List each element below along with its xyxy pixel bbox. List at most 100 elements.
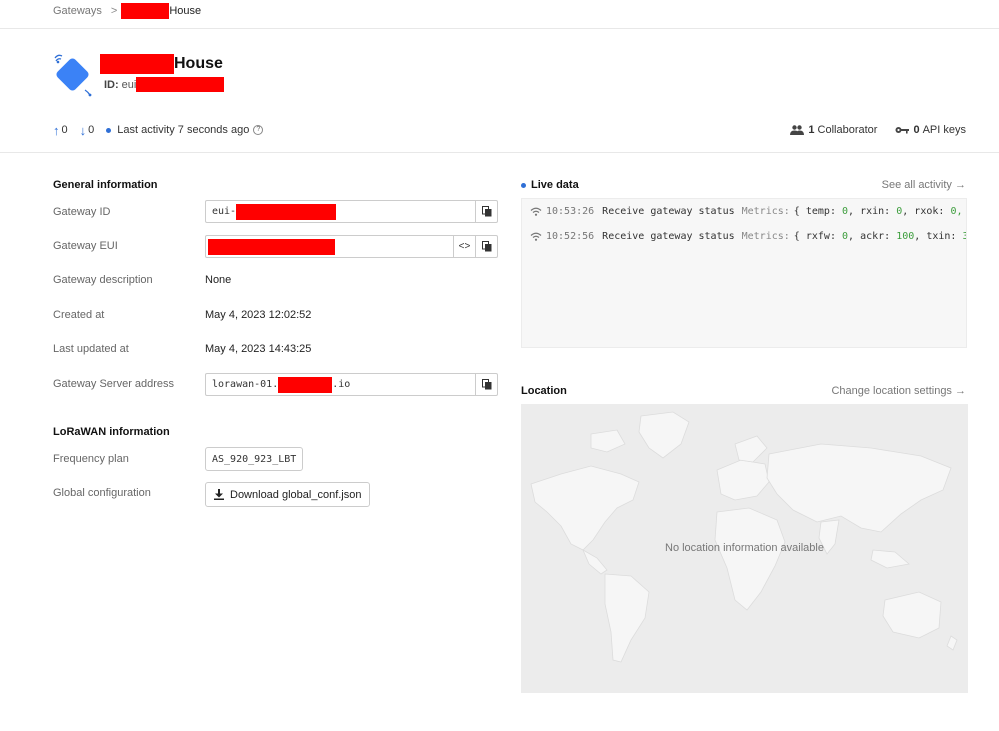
event-time: 10:53:26 [546, 205, 595, 217]
updated-at-label: Last updated at [53, 343, 129, 355]
activity-dot [106, 127, 112, 133]
created-at-value: May 4, 2023 12:02:52 [205, 309, 312, 321]
gateway-access-stats: 1 Collaborator 0 API keys [772, 123, 966, 137]
event-row[interactable]: 10:53:26 Receive gateway status Metrics:… [530, 204, 962, 218]
redacted-block [136, 77, 225, 92]
redacted-block [100, 54, 174, 74]
gateway-description-value: None [205, 274, 232, 286]
gateway-id-label: Gateway ID [53, 206, 111, 218]
event-type: Receive gateway status [602, 230, 735, 242]
collaborators-link[interactable]: 1 Collaborator [790, 124, 877, 136]
gateway-id-value: eui- [206, 203, 475, 220]
metric-value: 0 [896, 205, 903, 217]
metric-key: rxin: [860, 205, 891, 217]
metric-key: ackr: [860, 230, 891, 242]
redacted-block [208, 238, 335, 255]
global-config-label: Global configuration [53, 487, 151, 499]
metric-key: temp: [805, 205, 836, 217]
event-time: 10:52:56 [546, 230, 595, 242]
copy-gateway-id-button[interactable] [475, 201, 497, 222]
server-address-field: lorawan-01. .io [205, 373, 498, 396]
gateway-id-prefix: eui- [212, 206, 237, 217]
location-title: Location [521, 385, 567, 397]
gateway-id-field: eui- [205, 200, 498, 223]
api-keys-count: 0 [913, 124, 920, 136]
api-keys-label: API keys [922, 124, 966, 136]
copy-gateway-eui-button[interactable] [475, 236, 497, 257]
server-address-label: Gateway Server address [53, 378, 175, 390]
breadcrumb-current: House [169, 5, 202, 17]
metric-value: 3 [962, 231, 966, 242]
live-data-title-text: Live data [531, 179, 579, 191]
redacted-block [121, 3, 170, 19]
no-location-message: No location information available [665, 542, 824, 554]
gateway-eui-value [206, 238, 453, 255]
copy-icon [481, 241, 491, 252]
breadcrumb-chevron-icon: > [110, 5, 118, 17]
id-label: ID: [104, 78, 119, 91]
metric-value: 100 [896, 230, 915, 242]
event-metrics-label: Metrics: [741, 205, 790, 217]
server-address-suffix: .io [332, 379, 351, 390]
metric-value: 0 [842, 205, 849, 217]
help-icon[interactable]: ? [253, 125, 264, 135]
copy-icon [481, 379, 491, 390]
frequency-plan-label: Frequency plan [53, 453, 129, 465]
gateway-icon [54, 54, 92, 97]
event-brace: { [793, 205, 800, 217]
frequency-plan-value: AS_920_923_LBT [205, 447, 304, 471]
uplink-count: 0 [61, 124, 68, 136]
metric-value: 0 [842, 230, 849, 242]
download-icon [214, 489, 224, 500]
traffic-stats: ↑ 0 ↓ 0 Last activity 7 seconds ago ? [53, 122, 264, 138]
people-icon [790, 125, 805, 135]
wifi-icon [530, 232, 542, 241]
copy-server-address-button[interactable] [475, 374, 497, 395]
created-at-label: Created at [53, 309, 105, 321]
live-data-title: Live data [521, 179, 579, 191]
location-map[interactable]: No location information available [521, 404, 968, 693]
arrow-up-icon: ↑ [53, 122, 60, 138]
wifi-icon [530, 207, 542, 216]
copy-icon [481, 206, 491, 217]
id-prefix: eui [121, 78, 137, 91]
metric-key: rxok: [914, 205, 945, 217]
key-icon [895, 127, 910, 134]
arrow-down-icon: ↓ [79, 122, 87, 138]
downlink-count: 0 [88, 124, 95, 136]
general-info-title: General information [53, 179, 158, 191]
last-activity: Last activity 7 seconds ago [117, 124, 250, 136]
download-global-conf-button[interactable]: Download global_conf.json [205, 482, 370, 507]
redacted-block [278, 376, 333, 393]
change-location-link[interactable]: Change location settings → [831, 385, 966, 397]
redacted-block [236, 203, 337, 220]
gateway-id-subtitle: ID: eui [104, 77, 225, 92]
updated-at-value: May 4, 2023 14:43:25 [205, 343, 312, 355]
collaborators-count: 1 [808, 124, 815, 136]
gateway-eui-field: <> [205, 235, 498, 258]
metric-key: rxfw: [805, 230, 836, 242]
breadcrumb: Gateways > House [53, 3, 202, 19]
breadcrumb-gateways[interactable]: Gateways [53, 5, 102, 17]
page-title: House [100, 54, 223, 74]
live-data-panel: 10:53:26 Receive gateway status Metrics:… [521, 198, 967, 348]
gateway-eui-label: Gateway EUI [53, 240, 118, 252]
event-row[interactable]: 10:52:56 Receive gateway status Metrics:… [530, 229, 966, 243]
server-address-prefix: lorawan-01. [212, 379, 279, 390]
gateway-description-label: Gateway description [53, 274, 153, 286]
page-title-text: House [174, 55, 223, 72]
event-brace: { [793, 230, 800, 242]
metric-value: 0, [950, 205, 963, 217]
event-metrics-label: Metrics: [741, 230, 790, 242]
see-all-activity-link[interactable]: See all activity → [882, 179, 966, 191]
lorawan-info-title: LoRaWAN information [53, 426, 170, 438]
api-keys-link[interactable]: 0 API keys [895, 124, 966, 136]
code-icon: <> [458, 241, 471, 252]
toggle-eui-format-button[interactable]: <> [453, 236, 475, 257]
metric-key: txin: [926, 230, 957, 242]
download-label: Download global_conf.json [230, 488, 362, 501]
header-divider [0, 28, 999, 29]
stats-divider [0, 152, 999, 153]
live-dot [521, 182, 526, 188]
collaborators-label: Collaborator [817, 124, 878, 136]
